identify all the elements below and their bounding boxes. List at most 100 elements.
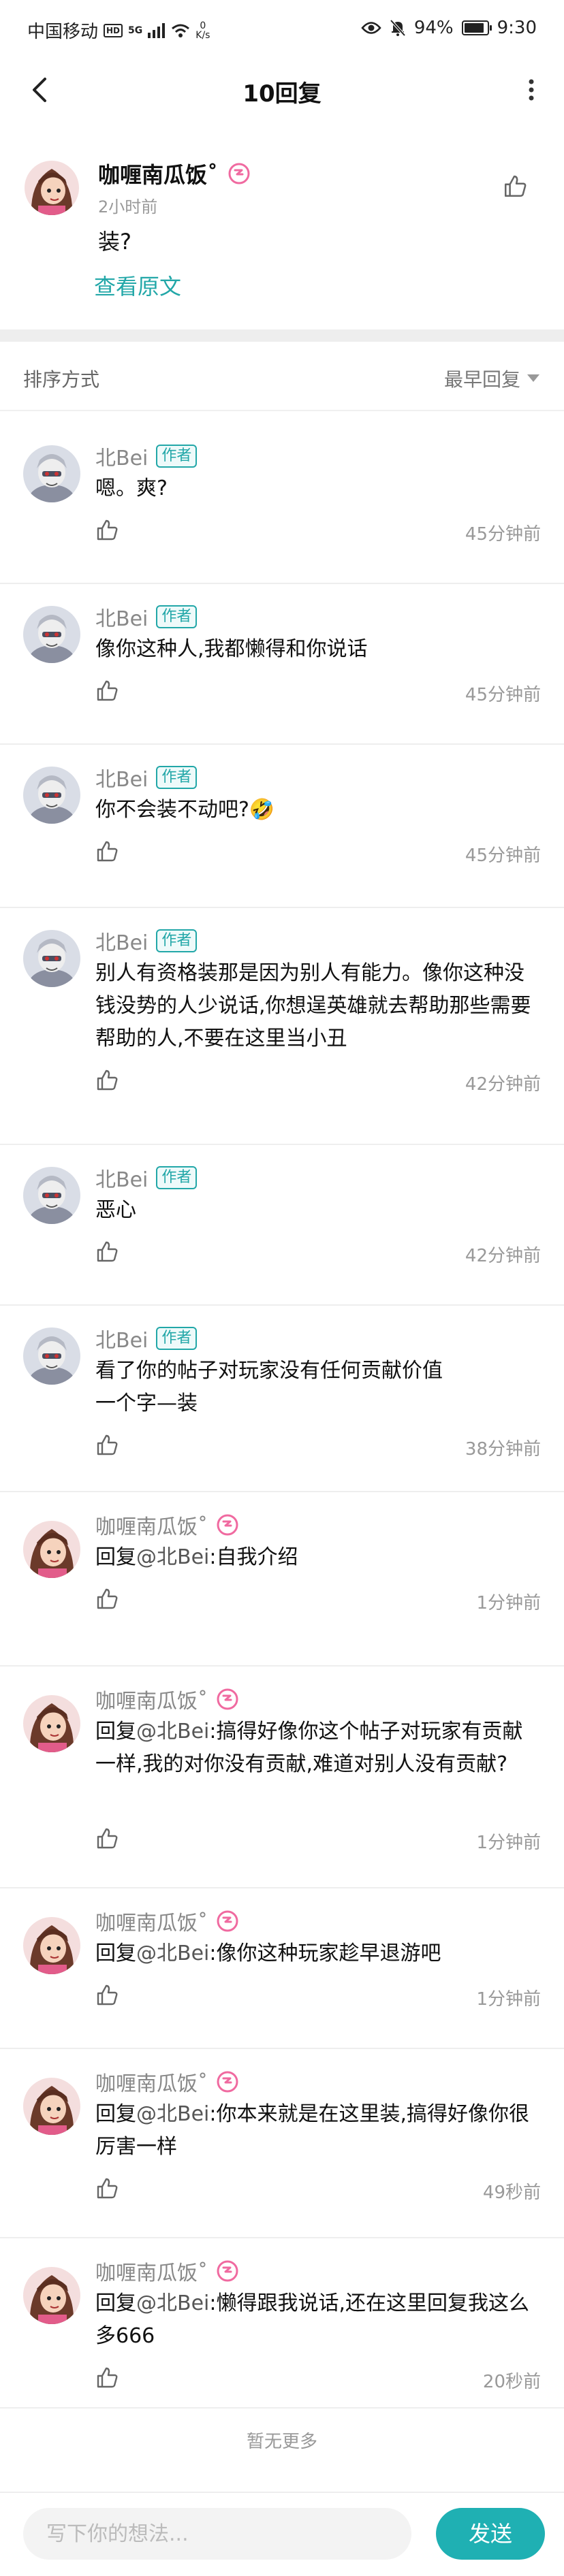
mention-link[interactable]: @北Bei — [136, 2102, 209, 2126]
status-left: 中国移动 HD 5G 0 K/s — [27, 18, 210, 43]
battery-icon — [461, 20, 492, 35]
avatar[interactable] — [23, 1917, 80, 1974]
op-content: 装? — [98, 229, 131, 255]
no-more-label: 暂无更多 — [246, 2432, 317, 2452]
status-bar: 中国移动 HD 5G 0 K/s 94% 9:30 — [0, 0, 564, 61]
view-original-link[interactable]: 查看原文 — [94, 270, 181, 301]
reply-timestamp: 42分钟前 — [465, 1246, 541, 1266]
mention-link[interactable]: @北Bei — [136, 1942, 209, 1965]
mention-link[interactable]: @北Bei — [136, 1720, 209, 1743]
reply-timestamp: 45分钟前 — [465, 685, 541, 705]
like-thumb-icon[interactable] — [95, 1588, 119, 1611]
net-speed-value: 0 — [200, 20, 206, 31]
reply-author-name[interactable]: 咖喱南瓜饭˚ — [95, 1906, 208, 1936]
reply-name-row: 北Bei 作者 — [95, 762, 198, 792]
avatar[interactable] — [23, 1167, 80, 1224]
author-badge: 作者 — [156, 445, 198, 468]
reply-timestamp: 45分钟前 — [465, 846, 541, 866]
like-thumb-icon[interactable] — [95, 519, 119, 542]
avatar[interactable] — [23, 2267, 80, 2324]
reply-content: 恶心 — [95, 1198, 136, 1222]
like-thumb-icon[interactable] — [95, 1240, 119, 1263]
like-thumb-icon[interactable] — [95, 1434, 119, 1457]
avatar[interactable] — [23, 2078, 80, 2135]
reply-author-name[interactable]: 北Bei — [95, 1163, 148, 1193]
mention-link[interactable]: @北Bei — [136, 1545, 209, 1569]
reply-author-name[interactable]: 北Bei — [95, 762, 148, 792]
op-author-name[interactable]: 咖喱南瓜饭˚ — [98, 158, 218, 189]
reply-prefix: 回复 — [95, 2102, 136, 2126]
wifi-icon — [172, 24, 190, 37]
reply-name-row: 咖喱南瓜饭˚ — [95, 1906, 239, 1936]
like-thumb-icon[interactable] — [95, 1827, 119, 1850]
eye-icon — [361, 22, 381, 34]
like-thumb-icon[interactable] — [503, 174, 527, 199]
top-bar: 10回复 — [0, 61, 564, 118]
op-timestamp: 2小时前 — [98, 197, 158, 216]
author-badge: 作者 — [156, 766, 198, 789]
avatar[interactable] — [23, 1327, 80, 1385]
network-label: 5G — [128, 25, 143, 36]
mention-link[interactable]: @北Bei — [136, 2291, 209, 2315]
like-thumb-icon[interactable] — [95, 2366, 119, 2389]
signal-icon — [148, 22, 166, 38]
reply-author-name[interactable]: 咖喱南瓜饭˚ — [95, 2256, 208, 2286]
reply-author-name[interactable]: 咖喱南瓜饭˚ — [95, 2067, 208, 2097]
send-button[interactable]: 发送 — [436, 2508, 545, 2560]
reply-timestamp: 49秒前 — [482, 2183, 541, 2203]
reply-name-row: 咖喱南瓜饭˚ — [95, 2256, 239, 2286]
avatar[interactable] — [23, 767, 80, 824]
author-badge: 作者 — [156, 1327, 198, 1350]
avatar[interactable] — [23, 606, 80, 663]
avatar[interactable] — [23, 1695, 80, 1752]
reply-item: 咖喱南瓜饭˚ 回复@北Bei:像你这种玩家趁早退游吧 1分钟前 — [0, 1887, 564, 2049]
reply-item: 咖喱南瓜饭˚ 回复@北Bei:搞得好像你这个帖子对玩家有贡献一样,我的对你没有贡献… — [0, 1665, 564, 1888]
reply-author-name[interactable]: 北Bei — [95, 441, 148, 471]
reply-content: 回复@北Bei:懒得跟我说话,还在这里回复我这么多666 — [95, 2287, 537, 2353]
avatar[interactable] — [25, 161, 79, 215]
reply-name-row: 咖喱南瓜饭˚ — [95, 1510, 239, 1540]
author-badge: 作者 — [156, 929, 198, 952]
avatar[interactable] — [23, 1521, 80, 1578]
reply-content: 别人有资格装那是因为别人有能力。像你这种没钱没势的人少说话,你想逞英雄就去帮助那… — [95, 961, 531, 1050]
carrier-label: 中国移动 — [27, 22, 99, 42]
section-divider — [0, 329, 564, 342]
net-speed-unit: K/s — [195, 29, 210, 41]
hd-badge: HD — [104, 23, 123, 37]
like-thumb-icon[interactable] — [95, 679, 119, 703]
avatar[interactable] — [23, 930, 80, 987]
op-name-row: 咖喱南瓜饭˚ — [98, 158, 251, 189]
reply-content: 你不会装不动吧?🤣 — [95, 798, 275, 822]
reply-author-name[interactable]: 咖喱南瓜饭˚ — [95, 1684, 208, 1714]
reply-name-row: 咖喱南瓜饭˚ — [95, 2067, 239, 2097]
reply-name-row: 北Bei 作者 — [95, 441, 198, 471]
sort-dropdown[interactable]: 最早回复 — [444, 365, 520, 392]
avatar[interactable] — [23, 445, 80, 502]
like-thumb-icon[interactable] — [95, 840, 119, 863]
reply-name-row: 北Bei 作者 — [95, 602, 198, 632]
reply-item: 北Bei 作者 像你这种人,我都懒得和你说话 45分钟前 — [0, 583, 564, 745]
caret-down-icon[interactable] — [527, 374, 539, 382]
reply-content: 回复@北Bei:像你这种玩家趁早退游吧 — [95, 1937, 537, 1970]
like-thumb-icon[interactable] — [95, 1069, 119, 1092]
reply-name-row: 北Bei 作者 — [95, 1323, 198, 1353]
reply-text: :像你这种玩家趁早退游吧 — [209, 1942, 441, 1965]
like-thumb-icon[interactable] — [95, 2177, 119, 2200]
user-badge-icon — [216, 1910, 239, 1933]
reply-author-name[interactable]: 北Bei — [95, 926, 148, 956]
reply-author-name[interactable]: 北Bei — [95, 1323, 148, 1353]
reply-item: 咖喱南瓜饭˚ 回复@北Bei:自我介绍 1分钟前 — [0, 1491, 564, 1667]
more-options-icon[interactable] — [516, 74, 546, 106]
reply-timestamp: 1分钟前 — [476, 1593, 541, 1613]
reply-name-row: 咖喱南瓜饭˚ — [95, 1684, 239, 1714]
like-thumb-icon[interactable] — [95, 1984, 119, 2007]
reply-text: :自我介绍 — [209, 1545, 298, 1569]
reply-author-name[interactable]: 北Bei — [95, 602, 148, 632]
reply-name-row: 北Bei 作者 — [95, 1163, 198, 1193]
reply-author-name[interactable]: 咖喱南瓜饭˚ — [95, 1510, 208, 1540]
author-badge: 作者 — [156, 1166, 198, 1189]
reply-content: 嗯。爽? — [95, 477, 168, 500]
reply-content: 看了你的帖子对玩家没有任何贡献价值 一个字—装 — [95, 1359, 443, 1415]
comment-input[interactable] — [23, 2508, 411, 2560]
reply-timestamp: 42分钟前 — [465, 1074, 541, 1095]
